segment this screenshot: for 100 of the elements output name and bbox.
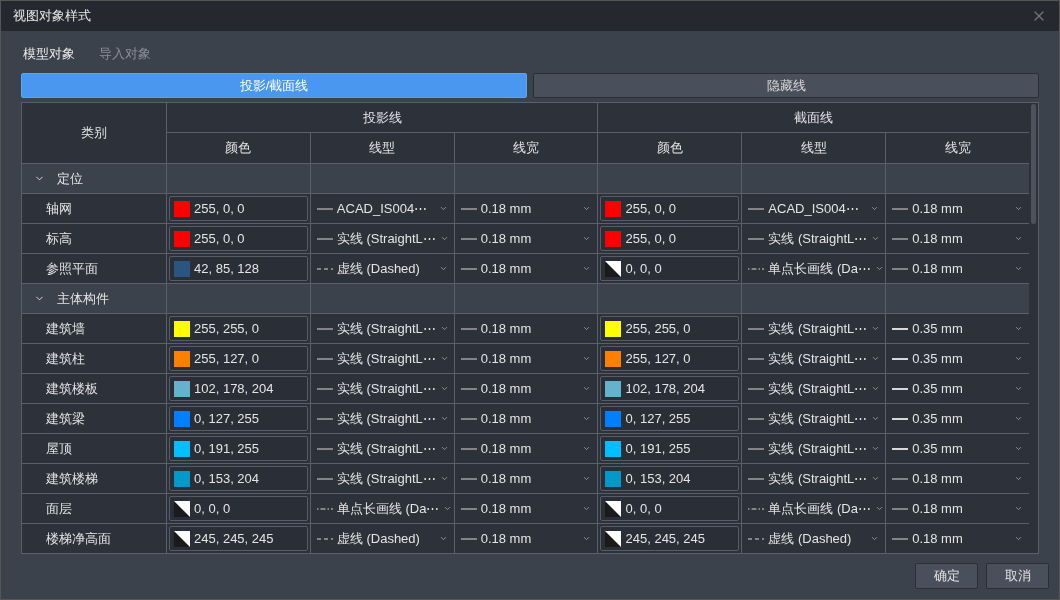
line-weight-dropdown[interactable]: 0.18 mm: [454, 224, 598, 253]
line-weight-icon: [460, 506, 477, 511]
chevron-down-icon: [582, 414, 592, 423]
color-field[interactable]: 255, 255, 0: [600, 316, 740, 341]
line-type-dropdown[interactable]: 单点长画线 (Da⋯: [742, 494, 886, 523]
line-style-icon: [316, 536, 333, 541]
line-weight-icon: [892, 206, 909, 211]
color-field[interactable]: 245, 245, 245: [600, 526, 740, 551]
line-type-dropdown[interactable]: 实线 (StraightL⋯: [310, 314, 454, 343]
line-weight-dropdown[interactable]: 0.18 mm: [454, 254, 598, 283]
color-field[interactable]: 255, 127, 0: [169, 346, 308, 371]
line-type-dropdown[interactable]: 实线 (StraightL⋯: [742, 224, 886, 253]
color-field[interactable]: 0, 153, 204: [169, 466, 308, 491]
line-type-dropdown[interactable]: 实线 (StraightL⋯: [310, 374, 454, 403]
line-weight-dropdown[interactable]: 0.18 mm: [886, 224, 1029, 253]
dialog-button[interactable]: 取消: [986, 563, 1049, 589]
color-field[interactable]: 102, 178, 204: [600, 376, 740, 401]
scrollbar-thumb[interactable]: [1031, 104, 1036, 224]
color-field[interactable]: 255, 255, 0: [169, 316, 308, 341]
line-weight-icon: [892, 416, 909, 421]
line-type-dropdown[interactable]: 实线 (StraightL⋯: [742, 464, 886, 493]
line-weight-icon: [892, 446, 909, 451]
color-field[interactable]: 245, 245, 245: [169, 526, 308, 551]
color-field[interactable]: 0, 0, 0: [600, 496, 740, 521]
line-type-dropdown[interactable]: 实线 (StraightL⋯: [310, 434, 454, 463]
line-weight-dropdown[interactable]: 0.18 mm: [454, 374, 598, 403]
line-weight-dropdown[interactable]: 0.18 mm: [454, 434, 598, 463]
tab[interactable]: 模型对象: [23, 44, 75, 64]
color-field[interactable]: 0, 0, 0: [600, 256, 740, 281]
line-weight-dropdown[interactable]: 0.18 mm: [454, 314, 598, 343]
line-type-dropdown[interactable]: ACAD_IS004⋯: [310, 194, 454, 223]
chevron-down-icon: [1014, 354, 1023, 363]
color-field[interactable]: 0, 191, 255: [169, 436, 308, 461]
line-weight-icon: [460, 266, 477, 271]
line-type-dropdown[interactable]: 单点长画线 (Da⋯: [310, 494, 454, 523]
line-weight-dropdown[interactable]: 0.18 mm: [454, 524, 598, 553]
line-type-dropdown[interactable]: 实线 (StraightL⋯: [742, 434, 886, 463]
section-row[interactable]: 主体构件: [22, 284, 166, 313]
category-cell: 建筑墙: [22, 314, 166, 343]
line-type-dropdown[interactable]: 单点长画线 (Da⋯: [742, 254, 886, 283]
line-weight-dropdown[interactable]: 0.18 mm: [454, 194, 598, 223]
line-type-dropdown[interactable]: 实线 (StraightL⋯: [310, 404, 454, 433]
line-type-dropdown[interactable]: 虚线 (Dashed): [310, 524, 454, 553]
line-weight-dropdown[interactable]: 0.18 mm: [886, 464, 1029, 493]
dialog-button[interactable]: 确定: [915, 563, 978, 589]
color-field[interactable]: 255, 0, 0: [600, 226, 740, 251]
line-weight-dropdown[interactable]: 0.18 mm: [454, 494, 598, 523]
line-weight-icon: [460, 476, 477, 481]
line-type-dropdown[interactable]: 实线 (StraightL⋯: [742, 404, 886, 433]
chevron-down-icon: [870, 534, 880, 543]
color-field[interactable]: 0, 153, 204: [600, 466, 740, 491]
line-weight-dropdown[interactable]: 0.18 mm: [454, 464, 598, 493]
line-style-icon: [316, 386, 333, 391]
line-type-dropdown[interactable]: ACAD_IS004⋯: [742, 194, 886, 223]
color-field[interactable]: 255, 0, 0: [600, 196, 740, 221]
line-type-dropdown[interactable]: 实线 (StraightL⋯: [742, 314, 886, 343]
color-field[interactable]: 255, 0, 0: [169, 226, 308, 251]
scrollbar[interactable]: [1029, 103, 1038, 553]
line-weight-dropdown[interactable]: 0.18 mm: [886, 494, 1029, 523]
line-weight-icon: [460, 536, 477, 541]
chevron-down-icon: [438, 534, 448, 543]
line-type-dropdown[interactable]: 实线 (StraightL⋯: [310, 344, 454, 373]
color-field[interactable]: 255, 0, 0: [169, 196, 308, 221]
line-weight-dropdown[interactable]: 0.35 mm: [886, 434, 1029, 463]
line-weight-dropdown[interactable]: 0.18 mm: [454, 344, 598, 373]
line-weight-icon: [892, 266, 909, 271]
line-weight-dropdown[interactable]: 0.18 mm: [454, 404, 598, 433]
line-type-dropdown[interactable]: 实线 (StraightL⋯: [310, 464, 454, 493]
color-field[interactable]: 102, 178, 204: [169, 376, 308, 401]
chevron-down-icon: [582, 234, 592, 243]
section-row[interactable]: 定位: [22, 164, 166, 193]
color-field[interactable]: 0, 191, 255: [600, 436, 740, 461]
chevron-down-icon: [1014, 474, 1023, 483]
line-weight-icon: [892, 506, 909, 511]
line-weight-dropdown[interactable]: 0.35 mm: [886, 344, 1029, 373]
color-field[interactable]: 42, 85, 128: [169, 256, 308, 281]
line-style-icon: [748, 206, 765, 211]
color-swatch-icon: [174, 530, 190, 547]
column-header: 颜色: [167, 133, 310, 163]
line-weight-dropdown[interactable]: 0.18 mm: [886, 524, 1029, 553]
line-weight-dropdown[interactable]: 0.35 mm: [886, 314, 1029, 343]
chevron-down-icon: [439, 444, 449, 453]
line-style-icon: [748, 236, 765, 241]
color-field[interactable]: 255, 127, 0: [600, 346, 740, 371]
line-weight-dropdown[interactable]: 0.35 mm: [886, 404, 1029, 433]
line-weight-dropdown[interactable]: 0.18 mm: [886, 194, 1029, 223]
color-field[interactable]: 0, 127, 255: [600, 406, 740, 431]
line-type-dropdown[interactable]: 虚线 (Dashed): [742, 524, 886, 553]
line-weight-dropdown[interactable]: 0.18 mm: [886, 254, 1029, 283]
color-field[interactable]: 0, 127, 255: [169, 406, 308, 431]
line-weight-icon: [892, 356, 909, 361]
chevron-down-icon: [582, 264, 592, 273]
line-type-dropdown[interactable]: 实线 (StraightL⋯: [310, 224, 454, 253]
line-type-dropdown[interactable]: 实线 (StraightL⋯: [742, 344, 886, 373]
line-weight-dropdown[interactable]: 0.35 mm: [886, 374, 1029, 403]
mode-toggle[interactable]: 隐藏线: [533, 73, 1039, 98]
line-type-dropdown[interactable]: 实线 (StraightL⋯: [742, 374, 886, 403]
chevron-down-icon: [582, 204, 592, 213]
line-type-dropdown[interactable]: 虚线 (Dashed): [310, 254, 454, 283]
color-field[interactable]: 0, 0, 0: [169, 496, 308, 521]
